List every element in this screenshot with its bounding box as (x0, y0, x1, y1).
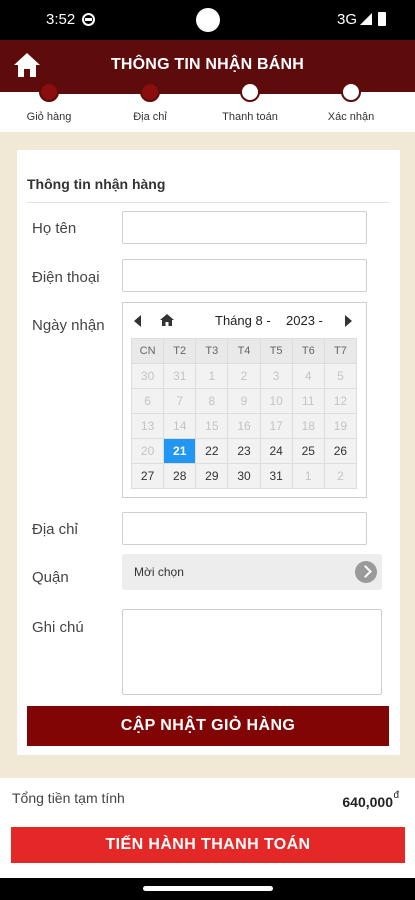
calendar-day: 31 (164, 364, 197, 389)
prev-month-icon[interactable] (134, 315, 141, 327)
name-label: Họ tên (32, 220, 77, 237)
page-title: THÔNG TIN NHẬN BÁNH (110, 56, 305, 73)
calendar-day[interactable]: 24 (260, 439, 293, 464)
calendar-day: 15 (196, 414, 229, 439)
step-dot (140, 82, 160, 102)
signal-icon (360, 13, 372, 25)
note-textarea[interactable] (122, 609, 382, 695)
divider (27, 202, 389, 203)
calendar-day: 7 (164, 389, 197, 414)
calendar-day: 3 (260, 364, 293, 389)
name-input[interactable] (122, 211, 367, 244)
step-label: Thanh toán (222, 111, 278, 123)
checkout-button[interactable]: TIẾN HÀNH THANH TOÁN (11, 827, 405, 863)
calendar-day: 1 (292, 464, 325, 489)
delivery-form-panel: Thông tin nhận hàng Họ tên Điện thoại Ng… (17, 150, 400, 755)
calendar-day: 9 (228, 389, 261, 414)
calendar-header: Tháng 8 - 2023 - (123, 303, 366, 337)
form-title: Thông tin nhận hàng (27, 176, 166, 192)
calendar-day[interactable]: 30 (228, 464, 261, 489)
step-label: Giỏ hàng (26, 111, 72, 123)
calendar-day: 1 (196, 364, 229, 389)
calendar-day: 8 (196, 389, 229, 414)
step-address[interactable]: Địa chỉ (105, 82, 195, 123)
battery-icon (378, 12, 386, 26)
weekday-header: T6 (292, 339, 325, 364)
address-label: Địa chỉ (32, 521, 78, 538)
checkout-stepper: Giỏ hàng Địa chỉ Thanh toán Xác nhận (0, 82, 415, 132)
district-value: Mời chọn (134, 565, 184, 579)
calendar-day: 14 (164, 414, 197, 439)
phone-input[interactable] (122, 259, 367, 292)
system-nav-bar (0, 878, 415, 900)
calendar-day-selected[interactable]: 21 (164, 439, 197, 464)
calendar-day: 12 (324, 389, 357, 414)
calendar-day: 16 (228, 414, 261, 439)
subtotal-value: 640,000 (342, 794, 393, 810)
calendar-day[interactable]: 27 (132, 464, 165, 489)
status-bar: 3:52 3G (0, 0, 415, 40)
note-label: Ghi chú (32, 619, 84, 636)
calendar-day: 18 (292, 414, 325, 439)
step-dot (341, 82, 361, 102)
calendar-day: 13 (132, 414, 165, 439)
calendar-day: 19 (324, 414, 357, 439)
weekday-header: T3 (196, 339, 229, 364)
calendar-day[interactable]: 25 (292, 439, 325, 464)
step-dot (240, 82, 260, 102)
network-type: 3G (337, 11, 358, 28)
date-label: Ngày nhận (32, 317, 105, 334)
step-payment[interactable]: Thanh toán (205, 82, 295, 123)
step-label: Xác nhận (327, 111, 375, 123)
next-month-icon[interactable] (345, 315, 352, 327)
camera-cutout (196, 8, 220, 32)
weekday-header: T4 (228, 339, 261, 364)
calendar-day: 6 (132, 389, 165, 414)
update-cart-button[interactable]: CẬP NHẬT GIỎ HÀNG (27, 706, 389, 746)
calendar-day: 4 (292, 364, 325, 389)
district-select[interactable]: Mời chọn (122, 554, 382, 590)
checkout-footer: Tổng tiền tạm tính 640,000 đ TIẾN HÀNH T… (0, 778, 415, 878)
district-label: Quận (32, 569, 69, 586)
calendar-day[interactable]: 29 (196, 464, 229, 489)
calendar-day[interactable]: 31 (260, 464, 293, 489)
calendar-grid: CN T2 T3 T4 T5 T6 T7 30 31 1 2 3 4 5 6 7 8 9 10 11 12 13 14 15 1… (131, 338, 357, 489)
month-select[interactable]: Tháng 8 - (215, 313, 271, 328)
calendar-day: 5 (324, 364, 357, 389)
calendar-day[interactable]: 22 (196, 439, 229, 464)
step-cart[interactable]: Giỏ hàng (4, 82, 94, 123)
calendar-day: 2 (228, 364, 261, 389)
step-confirm[interactable]: Xác nhận (306, 82, 396, 123)
calendar-day[interactable]: 28 (164, 464, 197, 489)
home-gesture-bar[interactable] (143, 886, 273, 891)
calendar-day: 11 (292, 389, 325, 414)
status-time: 3:52 (46, 11, 76, 28)
calendar-day: 17 (260, 414, 293, 439)
weekday-header: T5 (260, 339, 293, 364)
calendar-day: 20 (132, 439, 165, 464)
weekday-header: T7 (324, 339, 357, 364)
phone-label: Điện thoại (32, 269, 100, 286)
subtotal-label: Tổng tiền tạm tính (12, 790, 125, 806)
calendar-day: 10 (260, 389, 293, 414)
calendar-day[interactable]: 23 (228, 439, 261, 464)
weekday-header: CN (132, 339, 165, 364)
step-label: Địa chỉ (133, 111, 167, 123)
year-select[interactable]: 2023 - (286, 313, 323, 328)
chevron-right-icon (355, 561, 377, 583)
step-dot (39, 82, 59, 102)
address-input[interactable] (122, 512, 367, 545)
calendar-day: 2 (324, 464, 357, 489)
calendar-today-icon[interactable] (159, 313, 175, 327)
currency-symbol: đ (393, 790, 399, 801)
calendar-day: 30 (132, 364, 165, 389)
do-not-disturb-icon (82, 13, 95, 26)
date-picker: Tháng 8 - 2023 - CN T2 T3 T4 T5 T6 T7 30 31 1 2 3 4 5… (122, 302, 367, 498)
weekday-header: T2 (164, 339, 197, 364)
calendar-day[interactable]: 26 (324, 439, 357, 464)
